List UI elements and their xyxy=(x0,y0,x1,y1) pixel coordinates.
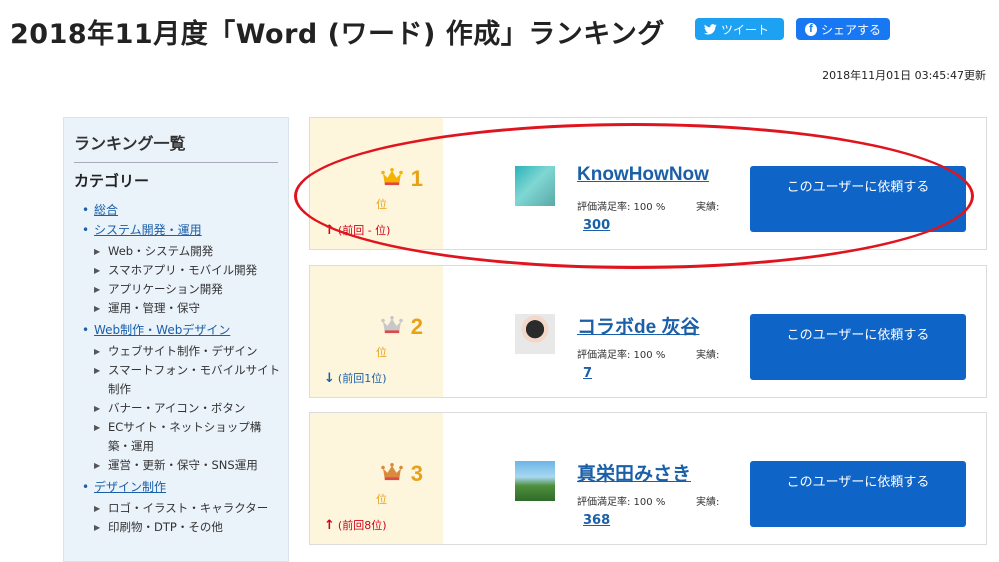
category-list: 総合システム開発・運用 Web・システム開発スマホアプリ・モバイル開発アプリケーシ… xyxy=(82,200,282,539)
category-item: Web制作・Webデザインウェブサイト制作・デザインスマートフォン・モバイルサイ… xyxy=(82,320,282,475)
performance-label: 実績: xyxy=(696,350,720,361)
rank-badge: 2 xyxy=(380,314,423,340)
category-item: 総合 xyxy=(82,200,282,220)
subcategory-link[interactable]: スマホアプリ・モバイル開発 xyxy=(94,261,282,280)
performance-count-link[interactable]: 7 xyxy=(583,366,592,381)
subcategory-link[interactable]: ウェブサイト制作・デザイン xyxy=(94,342,282,361)
tweet-button[interactable]: ツイート xyxy=(695,18,784,40)
rank-number: 3 xyxy=(410,461,423,486)
subcategory-link[interactable]: 運営・更新・保守・SNS運用 xyxy=(94,456,282,475)
rank-badge: 3 xyxy=(380,461,423,487)
twitter-bird-icon xyxy=(704,23,717,35)
subcategory-list: ウェブサイト制作・デザインスマートフォン・モバイルサイト制作バナー・アイコン・ボ… xyxy=(94,342,282,475)
arrow-up-icon: ↑ xyxy=(324,222,335,238)
previous-rank: ↑ (前回 - 位) xyxy=(324,222,390,238)
request-user-button[interactable]: このユーザーに依頼する xyxy=(750,314,966,380)
subcategory-link[interactable]: バナー・アイコン・ボタン xyxy=(94,399,282,418)
satisfaction-rate: 評価満足率: 100 % xyxy=(577,497,666,508)
rank-unit: 位 xyxy=(376,346,387,359)
rank-panel: 1 位 ↑ (前回 - 位) xyxy=(310,118,443,249)
request-user-button[interactable]: このユーザーに依頼する xyxy=(750,166,966,232)
crown-icon xyxy=(380,316,411,338)
performance-count-link[interactable]: 300 xyxy=(583,218,610,233)
ranking-sidebar: ランキング一覧 カテゴリー 総合システム開発・運用 Web・システム開発スマホアプ… xyxy=(63,117,289,562)
avatar[interactable] xyxy=(515,314,555,354)
subcategory-list: ロゴ・イラスト・キャラクター印刷物・DTP・その他 xyxy=(94,499,282,537)
previous-rank-label: (前回1位) xyxy=(337,372,387,385)
previous-rank-label: (前回8位) xyxy=(337,519,387,532)
arrow-down-icon: ↓ xyxy=(324,370,335,386)
category-link[interactable]: 総合 xyxy=(94,203,118,217)
category-link[interactable]: デザイン制作 xyxy=(94,480,166,494)
rank-number: 2 xyxy=(410,314,423,339)
ranking-card: 3 位 ↑ (前回8位) 真栄田みさき評価満足率: 100 % 実績: 368 このユーザーに… xyxy=(309,412,987,545)
crown-icon xyxy=(380,168,411,190)
previous-rank-label: (前回 - 位) xyxy=(337,224,391,237)
ranking-card: 1 位 ↑ (前回 - 位) KnowHowNow 評価満足率: 100 % 実績: 300 こ… xyxy=(309,117,987,250)
subcategory-link[interactable]: Web・システム開発 xyxy=(94,242,282,261)
subcategory-link[interactable]: ECサイト・ネットショップ構築・運用 xyxy=(94,418,282,456)
request-user-button[interactable]: このユーザーに依頼する xyxy=(750,461,966,527)
user-name-link[interactable]: KnowHowNow xyxy=(577,164,709,186)
satisfaction-rate: 評価満足率: 100 % xyxy=(577,350,666,361)
category-heading: カテゴリー xyxy=(74,172,150,190)
rank-number: 1 xyxy=(410,166,423,191)
tweet-label: ツイート xyxy=(721,22,770,37)
share-label: シェアする xyxy=(820,22,881,37)
category-item: システム開発・運用 Web・システム開発スマホアプリ・モバイル開発アプリケーション… xyxy=(82,220,282,318)
satisfaction-rate: 評価満足率: 100 % xyxy=(577,202,666,213)
subcategory-link[interactable]: スマートフォン・モバイルサイト制作 xyxy=(94,361,282,399)
previous-rank: ↑ (前回8位) xyxy=(324,517,387,533)
subcategory-link[interactable]: 印刷物・DTP・その他 xyxy=(94,518,282,537)
subcategory-link[interactable]: 運用・管理・保守 xyxy=(94,299,282,318)
arrow-up-icon: ↑ xyxy=(324,517,335,533)
performance-label: 実績: xyxy=(696,202,720,213)
updated-timestamp: 2018年11月01日 03:45:47更新 xyxy=(822,69,986,82)
avatar[interactable] xyxy=(515,461,555,501)
rank-unit: 位 xyxy=(376,493,387,506)
sidebar-heading: ランキング一覧 xyxy=(74,130,278,163)
rank-panel: 3 位 ↑ (前回8位) xyxy=(310,413,443,544)
page-title: 2018年11月度「Word (ワード) 作成」ランキング xyxy=(10,19,665,50)
crown-icon xyxy=(380,463,411,485)
subcategory-link[interactable]: アプリケーション開発 xyxy=(94,280,282,299)
avatar[interactable] xyxy=(515,166,555,206)
performance-label: 実績: xyxy=(696,497,720,508)
ranking-card: 2 位 ↓ (前回1位) コラボde 灰谷評価満足率: 100 % 実績: 7 このユーザーに… xyxy=(309,265,987,398)
facebook-share-button[interactable]: f シェアする xyxy=(796,18,890,40)
facebook-icon: f xyxy=(805,22,817,36)
category-item: デザイン制作ロゴ・イラスト・キャラクター印刷物・DTP・その他 xyxy=(82,477,282,537)
subcategory-list: Web・システム開発スマホアプリ・モバイル開発アプリケーション開発運用・管理・保… xyxy=(94,242,282,318)
category-link[interactable]: システム開発・運用 xyxy=(94,223,202,237)
previous-rank: ↓ (前回1位) xyxy=(324,370,387,386)
rank-unit: 位 xyxy=(376,198,387,211)
user-name-link[interactable]: コラボde 灰谷 xyxy=(577,312,699,339)
subcategory-link[interactable]: ロゴ・イラスト・キャラクター xyxy=(94,499,282,518)
user-name-link[interactable]: 真栄田みさき xyxy=(577,459,691,486)
rank-badge: 1 xyxy=(380,166,423,192)
category-link[interactable]: Web制作・Webデザイン xyxy=(94,323,230,337)
rank-panel: 2 位 ↓ (前回1位) xyxy=(310,266,443,397)
performance-count-link[interactable]: 368 xyxy=(583,513,610,528)
